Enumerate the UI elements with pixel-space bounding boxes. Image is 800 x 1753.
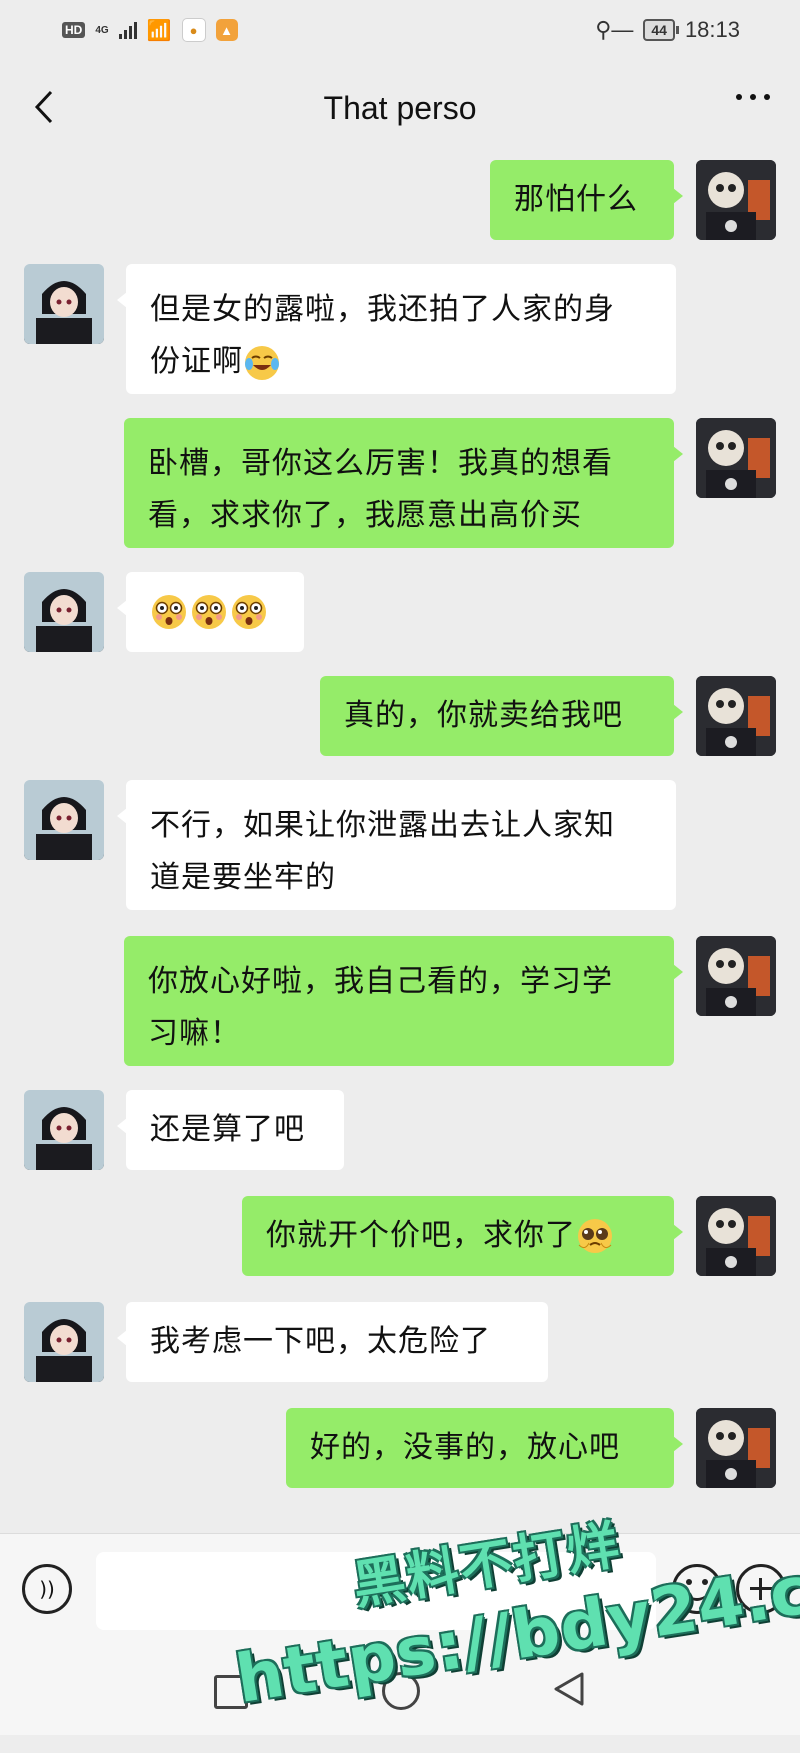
message-bubble-received[interactable]: 不行，如果让你泄露出去让人家知 道是要坐牢的 — [117, 780, 676, 910]
voice-input-button[interactable]: )) — [22, 1564, 72, 1614]
contact-avatar[interactable] — [24, 1090, 104, 1170]
my-avatar[interactable] — [696, 1408, 776, 1488]
chat-title: That perso — [323, 89, 477, 126]
message-text: 你放心好啦，我自己看的，学习学 — [148, 964, 613, 999]
network-type: 4G — [95, 24, 109, 36]
message-text: 看，求求你了，我愿意出高价买 — [148, 498, 582, 533]
message-bubble-sent[interactable]: 好的，没事的，放心吧 — [286, 1408, 683, 1488]
pleading-face-emoji-icon — [578, 1219, 612, 1253]
message-text: 真的，你就卖给我吧 — [344, 698, 623, 733]
clock: 18:13 — [684, 17, 740, 42]
message-text: 习嘛！ — [148, 1016, 241, 1051]
chevron-left-icon — [34, 90, 53, 124]
voice-icon: )) — [39, 1577, 55, 1601]
message-bubble-received[interactable] — [117, 572, 304, 652]
wifi-icon: 📶 — [146, 19, 172, 42]
notification-app-icon: ● — [181, 18, 206, 42]
dot-icon — [750, 94, 756, 100]
back-button[interactable] — [24, 82, 64, 132]
my-avatar[interactable] — [696, 1196, 776, 1276]
message-bubble-received[interactable]: 还是算了吧 — [117, 1090, 344, 1170]
message-bubble-sent[interactable]: 真的，你就卖给我吧 — [320, 676, 683, 756]
contact-avatar[interactable] — [24, 1302, 104, 1382]
my-avatar[interactable] — [696, 160, 776, 240]
message-bubble-sent[interactable]: 你放心好啦，我自己看的，学习学 习嘛！ — [124, 936, 683, 1066]
battery-icon: 44 — [643, 19, 679, 41]
more-options-button[interactable] — [736, 94, 770, 100]
status-bar: HD 4G 📶 ● ▲ ⚲— 44 18:13 — [0, 0, 800, 60]
my-avatar[interactable] — [696, 418, 776, 498]
my-avatar[interactable] — [696, 936, 776, 1016]
contact-avatar[interactable] — [24, 572, 104, 652]
message-text: 份证啊 — [150, 344, 243, 379]
message-bubble-sent[interactable]: 那怕什么 — [490, 160, 683, 240]
message-bubble-sent[interactable]: 你就开个价吧，求你了 — [242, 1196, 683, 1276]
my-avatar[interactable] — [696, 676, 776, 756]
message-text: 不行，如果让你泄露出去让人家知 — [150, 808, 615, 843]
message-text: 好的，没事的，放心吧 — [310, 1430, 620, 1465]
dot-icon — [764, 94, 770, 100]
message-bubble-received[interactable]: 但是女的露啦，我还拍了人家的身 份证啊 — [117, 264, 676, 394]
contact-avatar[interactable] — [24, 264, 104, 344]
message-bubble-received[interactable]: 我考虑一下吧，太危险了 — [117, 1302, 548, 1382]
shocked-face-emoji-icon — [192, 595, 226, 629]
dot-icon — [736, 94, 742, 100]
shocked-face-emoji-icon — [232, 595, 266, 629]
message-text: 那怕什么 — [514, 182, 638, 217]
message-text: 道是要坐牢的 — [150, 860, 336, 895]
signal-icon — [118, 21, 137, 39]
shocked-face-emoji-icon — [152, 595, 186, 629]
laughing-crying-emoji-icon — [245, 345, 279, 380]
message-text: 我考虑一下吧，太危险了 — [150, 1324, 491, 1359]
message-bubble-sent[interactable]: 卧槽，哥你这么厉害！我真的想看 看，求求你了，我愿意出高价买 — [124, 418, 683, 548]
message-text: 你就开个价吧，求你了 — [266, 1218, 576, 1253]
notification-app-icon-2: ▲ — [215, 19, 238, 41]
hd-badge: HD — [62, 22, 86, 38]
message-text: 但是女的露啦，我还拍了人家的身 — [150, 292, 615, 327]
message-text: 还是算了吧 — [150, 1112, 305, 1147]
message-text: 卧槽，哥你这么厉害！我真的想看 — [148, 446, 613, 481]
contact-avatar[interactable] — [24, 780, 104, 860]
chat-header: That perso — [0, 60, 800, 156]
key-icon: ⚲— — [595, 17, 634, 42]
